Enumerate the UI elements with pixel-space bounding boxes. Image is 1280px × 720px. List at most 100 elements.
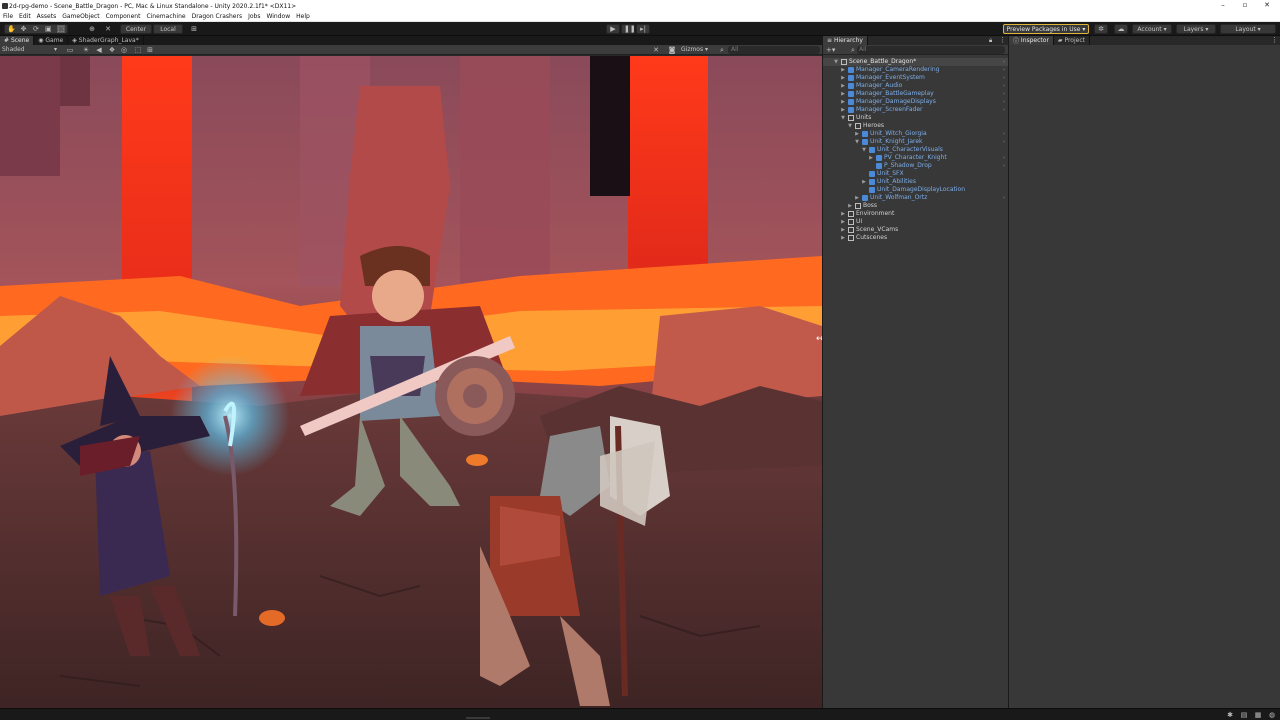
tab-scene[interactable]: # Scene (0, 36, 35, 45)
hierarchy-row[interactable]: ▶ UI (823, 218, 1008, 226)
lock-icon[interactable]: 🔒︎ (989, 37, 992, 45)
lighting-icon[interactable]: ☀ (82, 46, 90, 54)
open-prefab-arrow-icon[interactable]: › (1003, 138, 1005, 146)
hierarchy-row[interactable]: ▼ Units (823, 114, 1008, 122)
collapse-arrow-icon[interactable]: ▶ (840, 106, 846, 114)
open-prefab-arrow-icon[interactable]: › (1003, 90, 1005, 98)
scene-viewport[interactable]: ↔ (0, 56, 822, 708)
menu-assets[interactable]: Assets (34, 13, 60, 20)
menu-cinemachine[interactable]: Cinemachine (143, 13, 188, 20)
account-dropdown[interactable]: Account ▾ (1132, 24, 1172, 34)
collapse-arrow-icon[interactable]: ▶ (840, 218, 846, 226)
menu-component[interactable]: Component (103, 13, 144, 20)
create-plus-dropdown[interactable]: +▾ (826, 45, 835, 55)
transform-tool-icon[interactable]: ⊕ (88, 25, 96, 33)
play-button[interactable]: ▶ (606, 24, 620, 34)
hierarchy-row[interactable]: ▶ Unit_Abilities (823, 178, 1008, 186)
collapse-arrow-icon[interactable]: ▶ (861, 178, 867, 186)
hierarchy-row[interactable]: ▼ Heroes (823, 122, 1008, 130)
expand-arrow-icon[interactable]: ▼ (840, 114, 846, 122)
hierarchy-row[interactable]: ▶ Cutscenes (823, 234, 1008, 242)
collapse-arrow-icon[interactable]: ▶ (840, 90, 846, 98)
open-prefab-arrow-icon[interactable]: › (1003, 74, 1005, 82)
hierarchy-row[interactable]: ▼ Scene_Battle_Dragon* › (823, 58, 1008, 66)
rotate-tool-icon[interactable]: ⟳ (32, 25, 40, 33)
hierarchy-row[interactable]: ▶ PV_Character_Knight › (823, 154, 1008, 162)
2d-mode-icon[interactable]: ▭ (66, 46, 74, 54)
rect-tool-icon[interactable]: ⬚ (56, 25, 65, 33)
menu-gameobject[interactable]: GameObject (59, 13, 102, 20)
shading-mode-dropdown[interactable]: Shaded ▾ (2, 46, 60, 54)
expand-arrow-icon[interactable]: ▼ (861, 146, 867, 154)
hierarchy-row[interactable]: ▶ Unit_Wolfman_Ortz › (823, 194, 1008, 202)
collab-button[interactable]: ✲ (1094, 24, 1108, 34)
bug-icon[interactable]: ✱ (1226, 711, 1234, 719)
hierarchy-row[interactable]: ▶ Unit_Witch_Giorgia › (823, 130, 1008, 138)
expand-arrow-icon[interactable]: ▼ (847, 122, 853, 130)
open-prefab-arrow-icon[interactable]: › (1003, 162, 1005, 170)
collapse-arrow-icon[interactable]: ▶ (868, 154, 874, 162)
hierarchy-row[interactable]: Unit_SFX (823, 170, 1008, 178)
move-tool-icon[interactable]: ✥ (20, 25, 28, 33)
hierarchy-row[interactable]: ▼ Unit_Knight_Jarek › (823, 138, 1008, 146)
hierarchy-row[interactable]: ▶ Scene_VCams (823, 226, 1008, 234)
hierarchy-row[interactable]: ▼ Unit_CharacterVisuals (823, 146, 1008, 154)
expand-arrow-icon[interactable]: ▼ (833, 58, 839, 66)
tools-icon[interactable]: ✕ (652, 46, 660, 54)
collapse-arrow-icon[interactable]: ▶ (840, 82, 846, 90)
menu-dragon-crashers[interactable]: Dragon Crashers (189, 13, 246, 20)
open-prefab-arrow-icon[interactable]: › (1003, 106, 1005, 114)
cache-icon[interactable]: ▦ (1254, 711, 1262, 719)
menu-help[interactable]: Help (293, 13, 313, 20)
hidden-objects-icon[interactable]: ◎ (120, 46, 128, 54)
open-prefab-arrow-icon[interactable]: › (1003, 154, 1005, 162)
scene-search-input[interactable]: All (728, 46, 820, 54)
scale-tool-icon[interactable]: ▣ (44, 25, 52, 33)
collapse-arrow-icon[interactable]: ▶ (854, 130, 860, 138)
gizmos-dropdown[interactable]: Gizmos ▾ (681, 46, 708, 54)
tab-inspector[interactable]: ⓘ Inspector (1009, 36, 1054, 45)
layers-dropdown[interactable]: Layers ▾ (1176, 24, 1216, 34)
hierarchy-row[interactable]: ▶ Environment (823, 210, 1008, 218)
close-button[interactable]: ✕ (1256, 0, 1278, 12)
tab-shadergraph-lava[interactable]: ◈ ShaderGraph_Lava* (68, 36, 144, 45)
grid-icon[interactable]: ⊞ (146, 46, 154, 54)
layout-dropdown[interactable]: Layout ▾ (1220, 24, 1276, 34)
camera-settings-icon[interactable]: ◙ (668, 46, 676, 54)
open-prefab-arrow-icon[interactable]: › (1003, 130, 1005, 138)
collapse-arrow-icon[interactable]: ▶ (840, 234, 846, 242)
hierarchy-row[interactable]: P_Shadow_Drop › (823, 162, 1008, 170)
camera-icon[interactable]: ⬚ (134, 46, 142, 54)
hierarchy-search-input[interactable]: All (857, 46, 1005, 54)
effects-icon[interactable]: ❖ (108, 46, 116, 54)
open-prefab-arrow-icon[interactable]: › (1003, 98, 1005, 106)
tab-game[interactable]: ◉ Game (34, 36, 69, 45)
more-options-icon[interactable]: ⋮ (1271, 36, 1278, 44)
hierarchy-row[interactable]: ▶ Manager_ScreenFader › (823, 106, 1008, 114)
collapse-arrow-icon[interactable]: ▶ (854, 194, 860, 202)
minimize-button[interactable]: – (1212, 0, 1234, 12)
menu-edit[interactable]: Edit (16, 13, 34, 20)
pivot-center-toggle[interactable]: Center (120, 24, 152, 34)
hand-tool-icon[interactable]: ✋ (7, 25, 16, 33)
collab-status-icon[interactable]: ▤ (1240, 711, 1248, 719)
hierarchy-row[interactable]: ▶ Boss (823, 202, 1008, 210)
step-button[interactable]: ▸| (636, 24, 650, 34)
tab-project[interactable]: ▰ Project (1054, 36, 1090, 45)
open-prefab-arrow-icon[interactable]: › (1003, 82, 1005, 90)
open-prefab-arrow-icon[interactable]: › (1003, 194, 1005, 202)
preview-packages-dropdown[interactable]: Preview Packages in Use ▾ (1003, 24, 1089, 34)
grid-snap-icon[interactable]: ⊞ (190, 25, 198, 33)
collapse-arrow-icon[interactable]: ▶ (840, 210, 846, 218)
collapse-arrow-icon[interactable]: ▶ (847, 202, 853, 210)
cloud-button[interactable]: ☁ (1114, 24, 1128, 34)
pivot-local-toggle[interactable]: Local (153, 24, 183, 34)
expand-arrow-icon[interactable]: ▼ (854, 138, 860, 146)
hierarchy-row[interactable]: ▶ Manager_DamageDisplays › (823, 98, 1008, 106)
hierarchy-row[interactable]: Unit_DamageDisplayLocation (823, 186, 1008, 194)
collapse-arrow-icon[interactable]: ▶ (840, 226, 846, 234)
menu-file[interactable]: File (0, 13, 16, 20)
open-prefab-arrow-icon[interactable]: › (1003, 58, 1005, 66)
pause-button[interactable]: ❚❚ (621, 24, 636, 34)
maximize-button[interactable]: ▫ (1234, 0, 1256, 12)
